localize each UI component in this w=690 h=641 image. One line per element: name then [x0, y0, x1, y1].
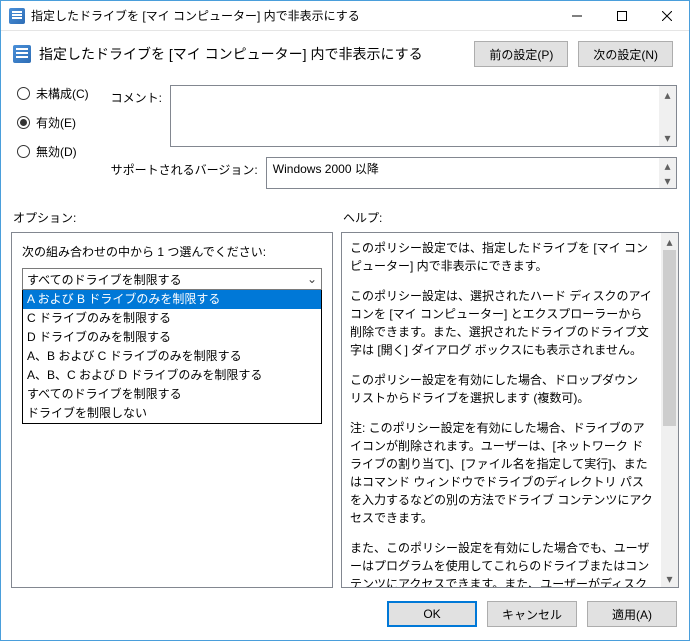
radio-disabled[interactable]: 無効(D)	[17, 143, 89, 160]
maximize-icon	[617, 11, 627, 21]
scrollbar[interactable]: ▴ ▾	[659, 158, 676, 188]
combo-option[interactable]: すべてのドライブを制限する	[23, 385, 321, 404]
policy-editor-window: 指定したドライブを [マイ コンピューター] 内で非表示にする 指定したドライブ…	[0, 0, 690, 641]
state-radios: 未構成(C) 有効(E) 無効(D)	[17, 85, 89, 189]
close-icon	[662, 11, 672, 21]
config-area: 未構成(C) 有効(E) 無効(D) コメント: ▴ ▾	[1, 67, 689, 195]
supported-value: Windows 2000 以降	[273, 160, 379, 177]
scrollbar[interactable]: ▴ ▾	[659, 86, 676, 146]
policy-title: 指定したドライブを [マイ コンピューター] 内で非表示にする	[39, 44, 466, 64]
options-pane: 次の組み合わせの中から 1 つ選んでください: すべてのドライブを制限する ⌄ …	[11, 232, 333, 588]
radio-icon	[17, 145, 30, 158]
radio-label: 無効(D)	[36, 143, 77, 160]
radio-enabled[interactable]: 有効(E)	[17, 114, 89, 131]
scroll-down-icon[interactable]: ▾	[661, 570, 678, 587]
radio-label: 未構成(C)	[36, 85, 89, 102]
dialog-footer: OK キャンセル 適用(A)	[1, 588, 689, 640]
drive-combo-dropdown[interactable]: A および B ドライブのみを制限する C ドライブのみを制限する D ドライブ…	[22, 290, 322, 424]
scrollbar-track[interactable]	[661, 250, 678, 570]
comment-label: コメント:	[111, 85, 162, 106]
combo-option[interactable]: A、B および C ドライブのみを制限する	[23, 347, 321, 366]
radio-icon	[17, 116, 30, 129]
options-prompt: 次の組み合わせの中から 1 つ選んでください:	[22, 243, 322, 260]
previous-setting-button[interactable]: 前の設定(P)	[474, 41, 568, 67]
scroll-up-icon[interactable]: ▴	[659, 86, 676, 103]
radio-not-configured[interactable]: 未構成(C)	[17, 85, 89, 102]
combo-option[interactable]: C ドライブのみを制限する	[23, 309, 321, 328]
help-text: このポリシー設定では、指定したドライブを [マイ コンピューター] 内で非表示に…	[342, 233, 661, 587]
help-heading: ヘルプ:	[343, 209, 382, 226]
combo-option[interactable]: A、B、C および D ドライブのみを制限する	[23, 366, 321, 385]
combo-option[interactable]: ドライブを制限しない	[23, 404, 321, 423]
scroll-down-icon[interactable]: ▾	[659, 173, 676, 188]
titlebar[interactable]: 指定したドライブを [マイ コンピューター] 内で非表示にする	[1, 1, 689, 31]
app-icon	[9, 8, 25, 24]
header: 指定したドライブを [マイ コンピューター] 内で非表示にする 前の設定(P) …	[1, 31, 689, 67]
help-paragraph: このポリシー設定を有効にした場合、ドロップダウン リストからドライブを選択します…	[350, 371, 653, 407]
scrollbar-thumb[interactable]	[663, 250, 676, 426]
combo-selected: すべてのドライブを制限する	[27, 271, 182, 288]
radio-icon	[17, 87, 30, 100]
help-paragraph: また、このポリシー設定を有効にした場合でも、ユーザーはプログラムを使用してこれら…	[350, 539, 653, 587]
help-pane: このポリシー設定では、指定したドライブを [マイ コンピューター] 内で非表示に…	[341, 232, 679, 588]
combo-option[interactable]: A および B ドライブのみを制限する	[23, 290, 321, 309]
scroll-down-icon[interactable]: ▾	[659, 129, 676, 146]
chevron-down-icon: ⌄	[307, 272, 317, 286]
policy-icon	[13, 45, 31, 63]
help-paragraph: このポリシー設定は、選択されたハード ディスクのアイコンを [マイ コンピュータ…	[350, 287, 653, 359]
combo-option[interactable]: D ドライブのみを制限する	[23, 328, 321, 347]
minimize-icon	[572, 11, 582, 21]
close-button[interactable]	[644, 1, 689, 30]
apply-button[interactable]: 適用(A)	[587, 601, 677, 627]
help-paragraph: このポリシー設定では、指定したドライブを [マイ コンピューター] 内で非表示に…	[350, 239, 653, 275]
supported-label: サポートされるバージョン:	[111, 157, 258, 178]
next-setting-button[interactable]: 次の設定(N)	[578, 41, 673, 67]
minimize-button[interactable]	[554, 1, 599, 30]
scroll-up-icon[interactable]: ▴	[661, 233, 678, 250]
comment-textarea[interactable]: ▴ ▾	[170, 85, 677, 147]
maximize-button[interactable]	[599, 1, 644, 30]
pane-headers: オプション: ヘルプ:	[1, 195, 689, 232]
ok-button[interactable]: OK	[387, 601, 477, 627]
cancel-button[interactable]: キャンセル	[487, 601, 577, 627]
options-heading: オプション:	[13, 209, 343, 226]
help-paragraph: 注: このポリシー設定を有効にした場合、ドライブのアイコンが削除されます。ユーザ…	[350, 419, 653, 527]
window-title: 指定したドライブを [マイ コンピューター] 内で非表示にする	[31, 7, 554, 24]
scrollbar[interactable]: ▴ ▾	[661, 233, 678, 587]
scroll-up-icon[interactable]: ▴	[659, 158, 676, 173]
drive-combo[interactable]: すべてのドライブを制限する ⌄	[22, 268, 322, 290]
radio-label: 有効(E)	[36, 114, 76, 131]
supported-on-box: Windows 2000 以降 ▴ ▾	[266, 157, 677, 189]
